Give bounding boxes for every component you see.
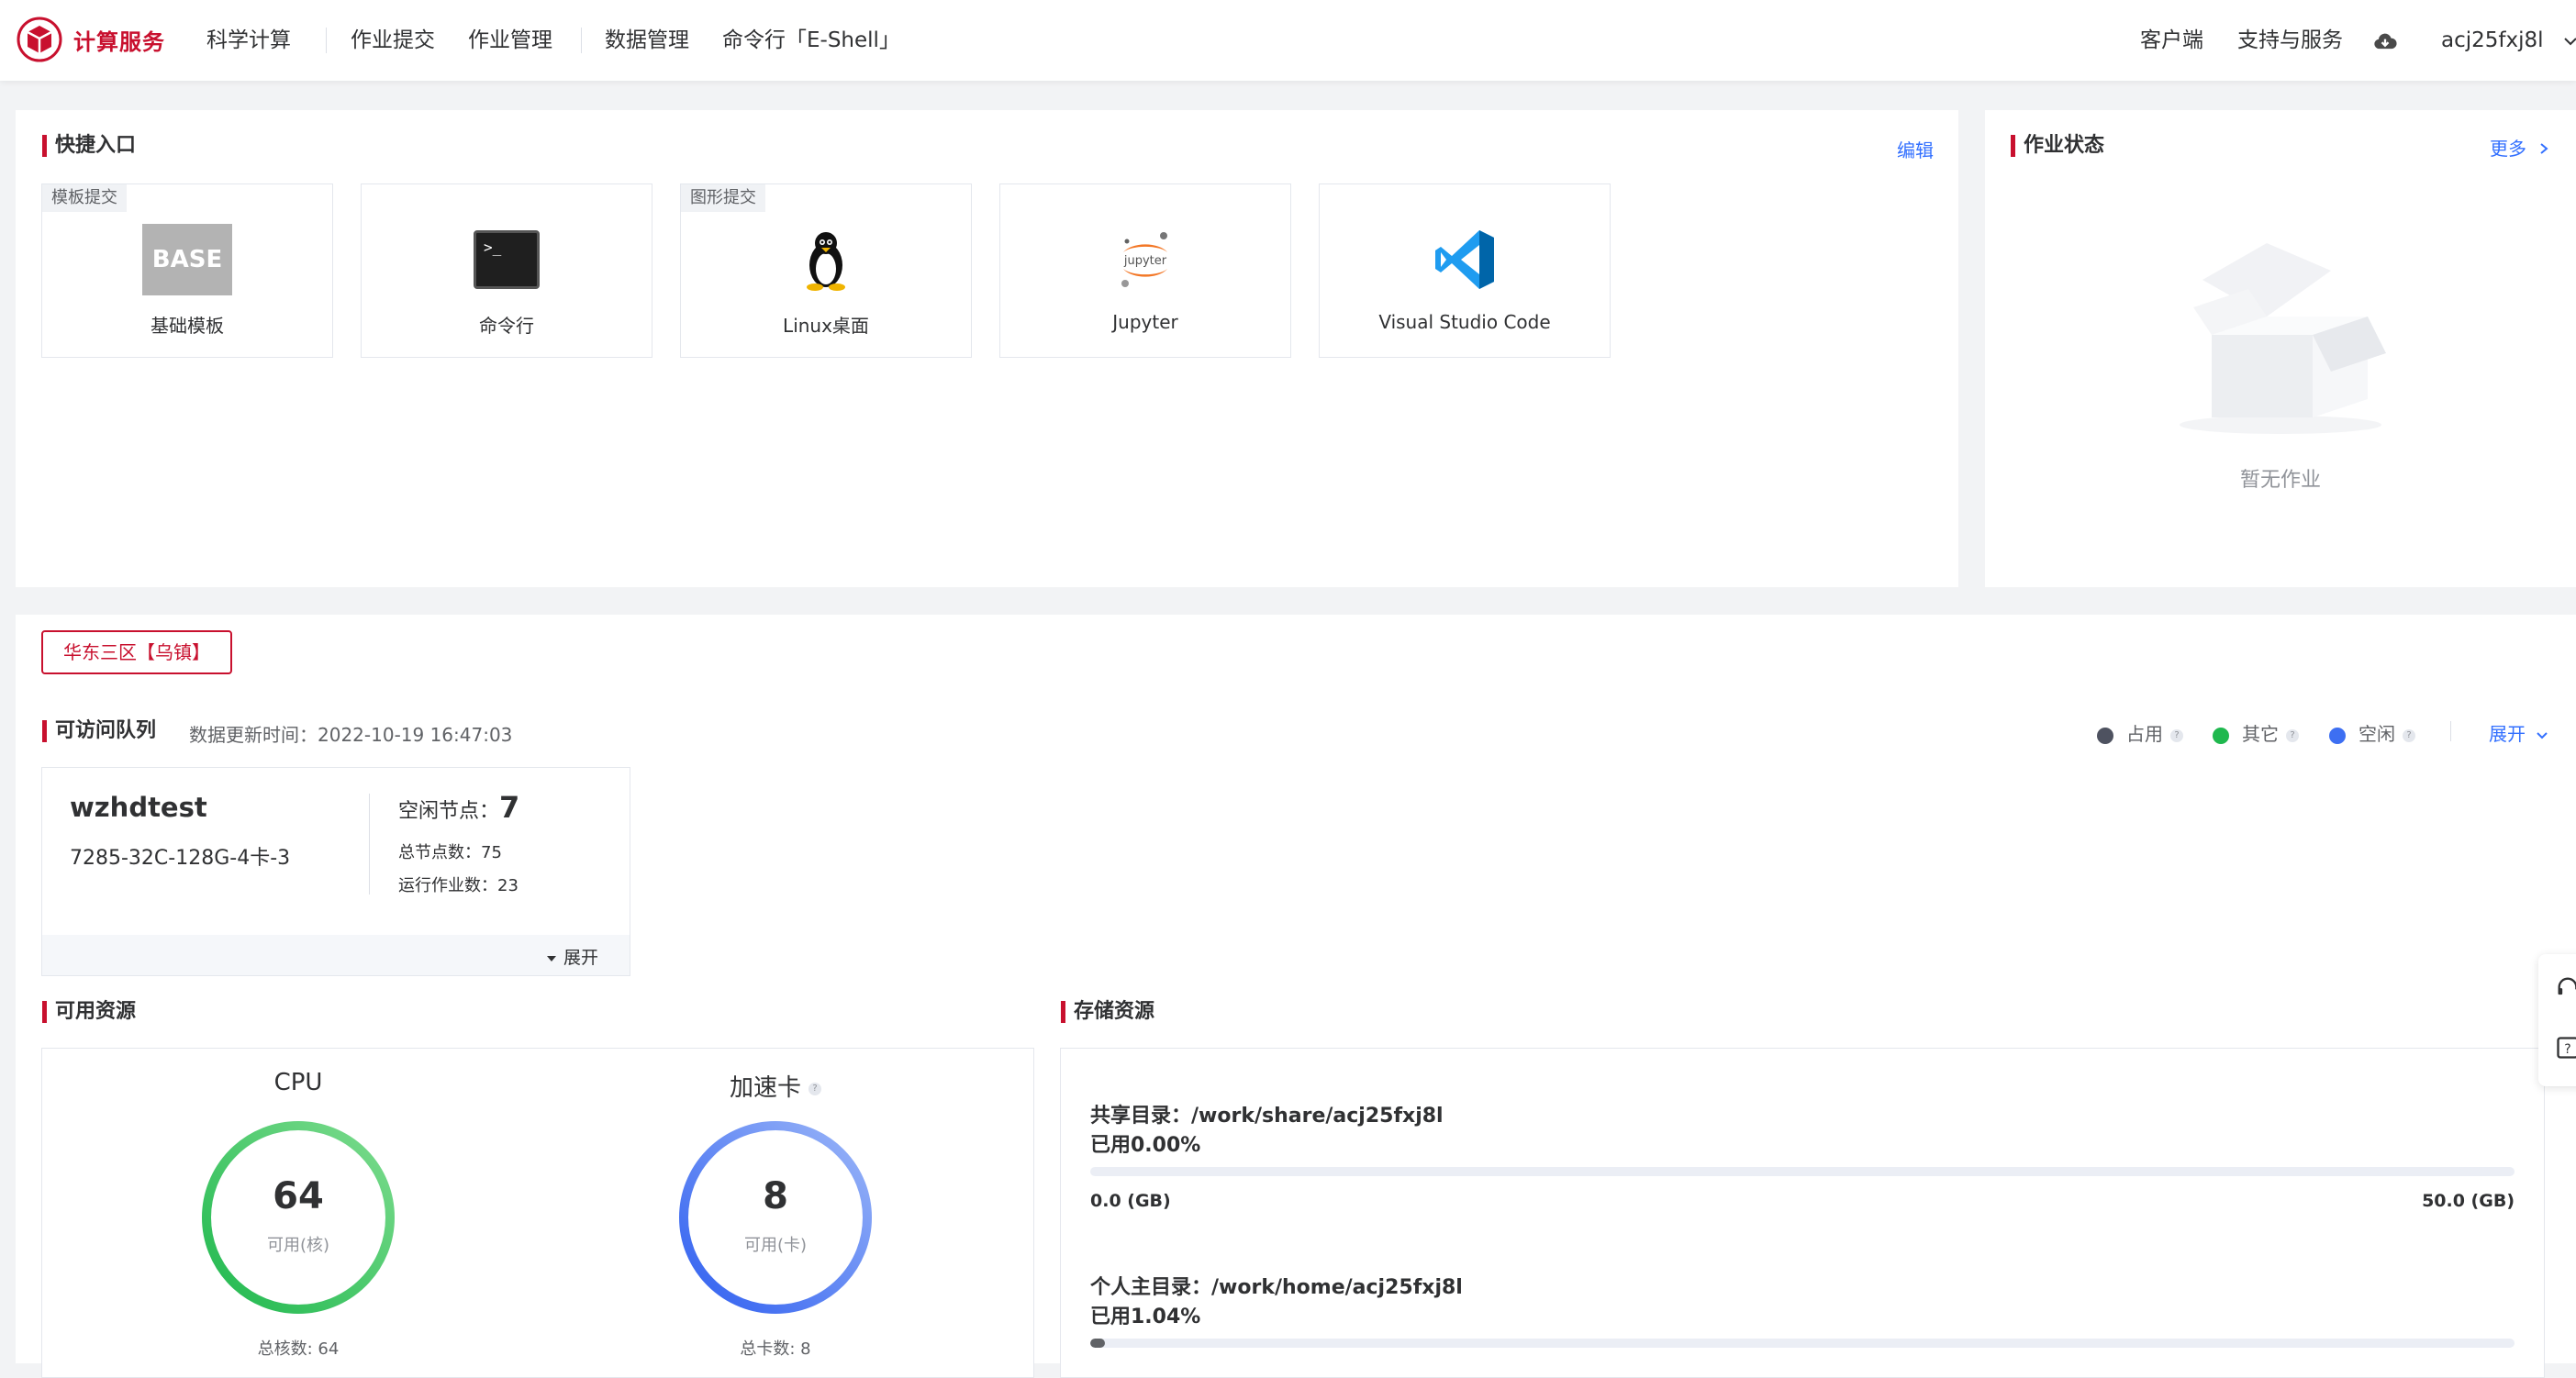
jupyter-icon: jupyter — [1100, 223, 1190, 296]
legend-dot-other — [2213, 728, 2229, 744]
card-label: Linux桌面 — [681, 311, 971, 338]
svg-text:jupyter: jupyter — [1123, 254, 1167, 268]
available-resources-title: 可用资源 — [42, 999, 136, 1025]
card-label: Jupyter — [1000, 311, 1290, 333]
card-label: Visual Studio Code — [1320, 311, 1610, 333]
svg-text:?: ? — [2564, 1042, 2570, 1057]
quick-card-linux-desktop[interactable]: 图形提交 Linux桌面 — [680, 183, 972, 358]
brand-name: 计算服务 — [73, 24, 165, 56]
shared-dir-path: 共享目录：/work/share/acj25fxj8l — [1090, 1099, 1444, 1128]
caret-down-icon — [545, 952, 558, 965]
nav-divider — [581, 28, 582, 53]
card-label: 基础模板 — [42, 311, 332, 338]
accelerator-label: 加速卡? — [684, 1069, 867, 1103]
help-icon: ? — [808, 1083, 821, 1095]
chevron-right-icon — [2537, 142, 2550, 155]
storage-box — [1060, 1048, 2545, 1378]
queue-card-divider — [369, 794, 370, 895]
help-icon: ? — [2286, 729, 2299, 742]
quick-card-vscode[interactable]: Visual Studio Code — [1319, 183, 1611, 358]
terminal-icon: >_ — [462, 223, 552, 296]
resources-box — [41, 1048, 1034, 1378]
queue-card[interactable]: wzhdtest 7285-32C-128G-4卡-3 空闲节点：7 总节点数：… — [41, 767, 630, 976]
queue-card-expand[interactable]: 展开 — [545, 944, 598, 969]
accelerator-available-value: 8 — [675, 1175, 876, 1217]
brand-logo[interactable]: 计算服务 — [17, 16, 165, 63]
queue-card-footer: 展开 — [42, 935, 630, 975]
card-label: 命令行 — [362, 311, 652, 338]
base-template-icon: BASE — [142, 223, 232, 296]
username: acj25fxj8l — [2441, 28, 2544, 52]
empty-box-illustration — [2175, 234, 2386, 436]
top-navbar: 计算服务 科学计算 作业提交 作业管理 数据管理 命令行「E-Shell」 客户… — [0, 0, 2576, 81]
legend-dot-occupied — [2097, 728, 2113, 744]
quick-card-terminal[interactable]: >_ 命令行 — [361, 183, 652, 358]
shared-dir-min: 0.0 (GB) — [1090, 1191, 1171, 1211]
legend-other: 其它? — [2213, 719, 2299, 746]
card-tag: 图形提交 — [681, 184, 765, 212]
cpu-available-unit: 可用(核) — [197, 1232, 399, 1256]
nav-support[interactable]: 支持与服务 — [2237, 0, 2343, 81]
nav-scientific-computing[interactable]: 科学计算 — [206, 0, 291, 81]
storage-resources-title: 存储资源 — [1061, 999, 1154, 1025]
nav-eshell[interactable]: 命令行「E-Shell」 — [722, 0, 900, 81]
user-menu[interactable]: acj25fxj8l — [2441, 0, 2576, 81]
running-jobs: 运行作业数：23 — [398, 872, 519, 896]
chevron-down-icon — [2535, 728, 2549, 743]
cpu-label: CPU — [206, 1069, 390, 1096]
card-tag: 模板提交 — [42, 184, 127, 212]
help-icon: ? — [2403, 729, 2415, 742]
chevron-down-icon — [2561, 32, 2576, 50]
more-link[interactable]: 更多 — [2490, 134, 2550, 161]
floating-help-widget: ? — [2538, 954, 2576, 1086]
home-dir-progress — [1090, 1339, 2515, 1348]
region-selector-button[interactable]: 华东三区【乌镇】 — [41, 630, 232, 674]
quick-entry-title: 快捷入口 — [42, 133, 136, 159]
edit-link[interactable]: 编辑 — [1897, 136, 1934, 162]
legend-divider — [2450, 721, 2451, 741]
cube-logo-icon — [17, 17, 62, 62]
cpu-total: 总核数: 64 — [206, 1336, 390, 1360]
home-dir-path: 个人主目录：/work/home/acj25fxj8l — [1090, 1271, 1463, 1300]
queue-title: 可访问队列 — [42, 718, 156, 744]
shared-dir-max: 50.0 (GB) — [2422, 1191, 2515, 1211]
queue-name: wzhdtest — [70, 792, 207, 823]
help-icon: ? — [2170, 729, 2183, 742]
data-update-time: 数据更新时间：2022-10-19 16:47:03 — [189, 720, 512, 747]
empty-job-text: 暂无作业 — [1985, 463, 2576, 493]
accelerator-total: 总卡数: 8 — [684, 1336, 867, 1360]
legend-idle: 空闲? — [2329, 719, 2415, 746]
queue-expand-link[interactable]: 展开 — [2489, 719, 2549, 746]
cpu-available-value: 64 — [197, 1175, 399, 1217]
legend-occupied: 占用? — [2097, 719, 2183, 746]
shared-dir-progress — [1090, 1167, 2515, 1176]
job-status-title: 作业状态 — [2011, 133, 2104, 159]
headset-icon[interactable] — [2555, 974, 2576, 1000]
quick-card-jupyter[interactable]: jupyter Jupyter — [999, 183, 1291, 358]
cloud-download-icon[interactable] — [2372, 0, 2398, 81]
feedback-icon[interactable]: ? — [2555, 1035, 2576, 1061]
idle-nodes: 空闲节点：7 — [398, 790, 519, 825]
total-nodes: 总节点数：75 — [398, 839, 502, 863]
nav-job-submit[interactable]: 作业提交 — [351, 0, 435, 81]
nav-divider — [326, 28, 327, 53]
quick-card-base-template[interactable]: 模板提交 BASE 基础模板 — [41, 183, 333, 358]
cpu-ring: 64 可用(核) — [197, 1117, 399, 1318]
shared-dir-used: 已用0.00% — [1090, 1128, 1200, 1158]
home-dir-used: 已用1.04% — [1090, 1300, 1200, 1329]
nav-client[interactable]: 客户端 — [2140, 0, 2203, 81]
linux-penguin-icon — [781, 223, 871, 296]
legend-dot-idle — [2329, 728, 2346, 744]
queue-spec: 7285-32C-128G-4卡-3 — [70, 841, 290, 871]
accelerator-available-unit: 可用(卡) — [675, 1232, 876, 1256]
vscode-icon — [1420, 223, 1510, 296]
nav-job-manage[interactable]: 作业管理 — [468, 0, 552, 81]
accelerator-ring: 8 可用(卡) — [675, 1117, 876, 1318]
nav-data-manage[interactable]: 数据管理 — [605, 0, 689, 81]
